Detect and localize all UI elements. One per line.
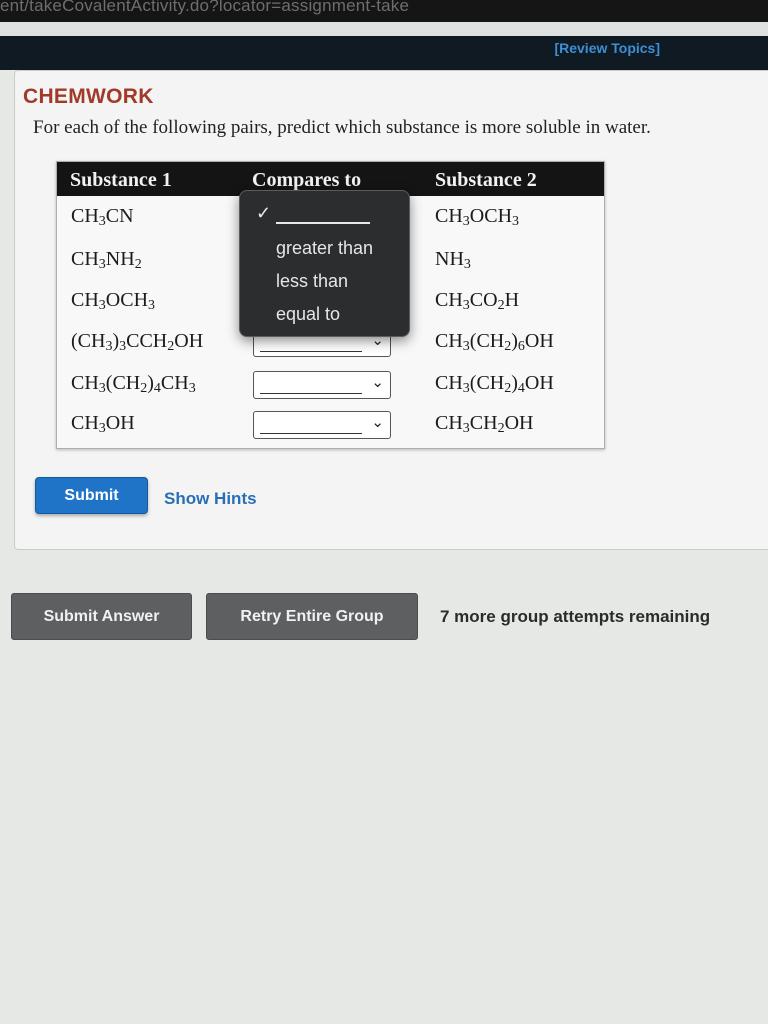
browser-gap xyxy=(0,22,768,36)
substance-2-formula: CH3(CH2)6OH xyxy=(435,330,554,354)
top-nav-bar: [Review Topics] xyxy=(0,36,768,70)
browser-url-bar[interactable]: ent/takeCovalentActivity.do?locator=assi… xyxy=(0,0,768,22)
dropdown-option-greater-than[interactable]: greater than xyxy=(276,238,373,259)
compare-select[interactable]: ⌄ xyxy=(253,411,391,439)
retry-entire-group-button[interactable]: Retry Entire Group xyxy=(206,593,418,640)
review-topics-link[interactable]: [Review Topics] xyxy=(554,40,660,56)
substance-2-formula: CH3OCH3 xyxy=(435,205,520,229)
substance-1-formula: CH3NH2 xyxy=(71,248,142,272)
substance-1-formula: CH3CN xyxy=(71,205,134,229)
select-blank-line xyxy=(260,433,362,434)
header-substance-2: Substance 2 xyxy=(435,169,537,191)
attempts-remaining-text: 7 more group attempts remaining xyxy=(440,607,711,626)
substance-2-formula: CH3CH2OH xyxy=(435,412,534,436)
dropdown-option-less-than[interactable]: less than xyxy=(276,271,348,292)
substance-1-formula: CH3OH xyxy=(71,412,135,436)
substance-2-formula: NH3 xyxy=(435,248,471,272)
submit-button[interactable]: Submit xyxy=(35,477,148,514)
dropdown-option-blank[interactable] xyxy=(276,222,370,224)
dropdown-option-equal-to[interactable]: equal to xyxy=(276,304,340,325)
select-blank-line xyxy=(260,393,362,394)
substance-1-formula: CH3OCH3 xyxy=(71,289,156,313)
compare-select[interactable]: ⌄ xyxy=(253,371,391,399)
substance-2-formula: CH3CO2H xyxy=(435,289,520,313)
chevron-down-icon: ⌄ xyxy=(371,374,384,391)
select-blank-line xyxy=(260,351,362,352)
checkmark-icon: ✓ xyxy=(256,203,272,223)
question-title: CHEMWORK xyxy=(23,85,154,108)
chevron-down-icon: ⌄ xyxy=(371,414,384,431)
header-substance-1: Substance 1 xyxy=(70,169,172,191)
question-instructions: For each of the following pairs, predict… xyxy=(33,117,651,138)
url-text: ent/takeCovalentActivity.do?locator=assi… xyxy=(0,0,410,15)
compare-dropdown-menu: ✓ greater than less than equal to xyxy=(239,190,410,337)
substance-1-formula: CH3(CH2)4CH3 xyxy=(71,372,196,396)
show-hints-link[interactable]: Show Hints xyxy=(164,489,257,509)
table-row: CH3OH ⌄ CH3CH2OH xyxy=(57,404,604,444)
header-compares-to: Compares to xyxy=(252,169,362,191)
submit-answer-button[interactable]: Submit Answer xyxy=(11,593,192,640)
substance-1-formula: (CH3)3CCH2OH xyxy=(71,330,204,354)
table-row: CH3(CH2)4CH3 ⌄ CH3(CH2)4OH xyxy=(57,364,604,404)
substance-2-formula: CH3(CH2)4OH xyxy=(435,372,554,396)
